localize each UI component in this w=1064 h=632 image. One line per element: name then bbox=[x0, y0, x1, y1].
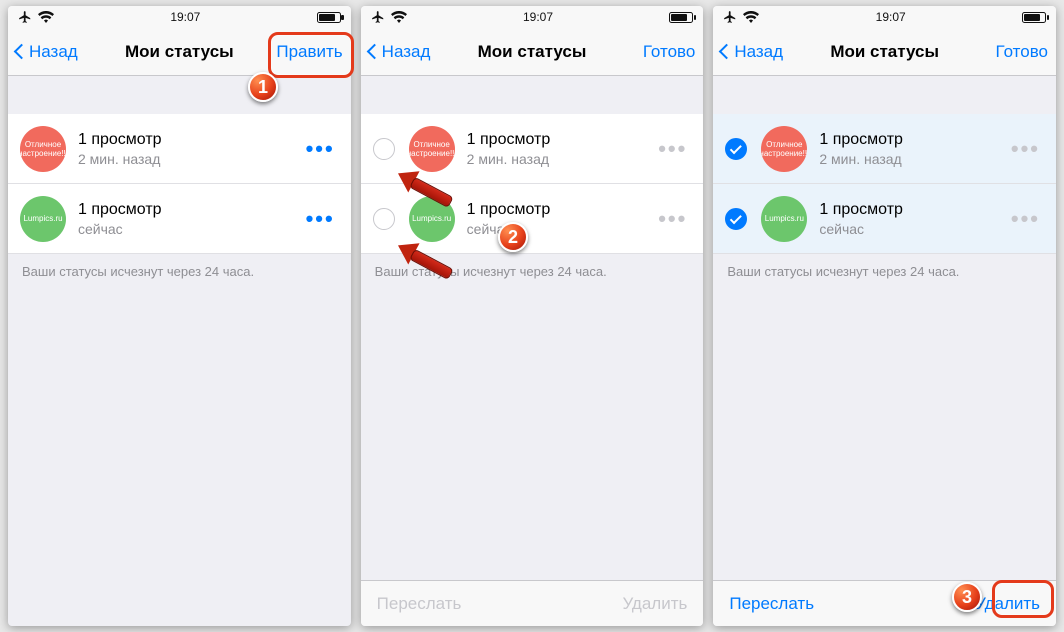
row-text: 1 просмотр сейчас bbox=[78, 201, 302, 237]
delete-button: Удалить bbox=[622, 594, 687, 614]
status-thumbnail: Отличное настроение!!! bbox=[409, 126, 455, 172]
status-time: 19:07 bbox=[523, 10, 553, 24]
phone-screen-2: 19:07 НазадМои статусыГотово Отличное наст… bbox=[361, 6, 704, 626]
back-button[interactable]: Назад bbox=[365, 42, 431, 62]
more-button: ••• bbox=[1007, 136, 1044, 162]
content-area: Отличное настроение!!! 1 просмотр 2 мин. н… bbox=[713, 76, 1056, 580]
nav-right-button[interactable]: Готово bbox=[996, 42, 1049, 62]
row-text: 1 просмотр 2 мин. назад bbox=[819, 131, 1007, 167]
back-button[interactable]: Назад bbox=[12, 42, 78, 62]
row-subtitle: 2 мин. назад bbox=[819, 151, 1007, 167]
status-bar: 19:07 bbox=[361, 6, 704, 28]
status-row[interactable]: Отличное настроение!!! 1 просмотр 2 мин. н… bbox=[361, 114, 704, 184]
select-circle[interactable] bbox=[725, 208, 747, 230]
status-row[interactable]: Lumpics.ru 1 просмотр сейчас••• bbox=[8, 184, 351, 254]
wifi-icon bbox=[38, 11, 54, 23]
forward-button[interactable]: Переслать bbox=[729, 594, 814, 614]
airplane-icon bbox=[371, 10, 385, 24]
battery-icon bbox=[317, 12, 341, 23]
row-title: 1 просмотр bbox=[819, 131, 1007, 149]
delete-button[interactable]: Удалить bbox=[975, 594, 1040, 614]
row-subtitle: 2 мин. назад bbox=[78, 151, 302, 167]
row-title: 1 просмотр bbox=[467, 201, 655, 219]
status-thumbnail: Отличное настроение!!! bbox=[20, 126, 66, 172]
row-text: 1 просмотр сейчас bbox=[467, 201, 655, 237]
content-area: Отличное настроение!!! 1 просмотр 2 мин. н… bbox=[8, 76, 351, 626]
footer-note: Ваши статусы исчезнут через 24 часа. bbox=[361, 254, 704, 289]
status-time: 19:07 bbox=[876, 10, 906, 24]
more-button: ••• bbox=[654, 206, 691, 232]
status-row[interactable]: Lumpics.ru 1 просмотр сейчас••• bbox=[713, 184, 1056, 254]
back-label: Назад bbox=[29, 42, 78, 62]
row-subtitle: 2 мин. назад bbox=[467, 151, 655, 167]
nav-right-button[interactable]: Готово bbox=[643, 42, 696, 62]
footer-note: Ваши статусы исчезнут через 24 часа. bbox=[8, 254, 351, 289]
phone-screen-1: 19:07 НазадМои статусыПравить Отличное нас… bbox=[8, 6, 351, 626]
footer-note: Ваши статусы исчезнут через 24 часа. bbox=[713, 254, 1056, 289]
airplane-icon bbox=[18, 10, 32, 24]
chevron-left-icon bbox=[719, 44, 735, 60]
nav-bar: НазадМои статусыГотово bbox=[713, 28, 1056, 76]
status-row[interactable]: Отличное настроение!!! 1 просмотр 2 мин. н… bbox=[8, 114, 351, 184]
row-title: 1 просмотр bbox=[819, 201, 1007, 219]
chevron-left-icon bbox=[366, 44, 382, 60]
check-icon bbox=[730, 212, 742, 224]
wifi-icon bbox=[743, 11, 759, 23]
back-label: Назад bbox=[382, 42, 431, 62]
status-bar: 19:07 bbox=[8, 6, 351, 28]
phone-screen-3: 19:07 НазадМои статусыГотово Отличное наст… bbox=[713, 6, 1056, 626]
nav-bar: НазадМои статусыГотово bbox=[361, 28, 704, 76]
forward-button: Переслать bbox=[377, 594, 462, 614]
row-title: 1 просмотр bbox=[78, 201, 302, 219]
more-button[interactable]: ••• bbox=[302, 206, 339, 232]
chevron-left-icon bbox=[14, 44, 30, 60]
row-subtitle: сейчас bbox=[78, 221, 302, 237]
back-button[interactable]: Назад bbox=[717, 42, 783, 62]
battery-icon bbox=[669, 12, 693, 23]
select-circle[interactable] bbox=[373, 208, 395, 230]
airplane-icon bbox=[723, 10, 737, 24]
row-text: 1 просмотр сейчас bbox=[819, 201, 1007, 237]
bottom-toolbar: Переслать Удалить bbox=[361, 580, 704, 626]
nav-right-button[interactable]: Править bbox=[276, 42, 342, 62]
bottom-toolbar: Переслать Удалить bbox=[713, 580, 1056, 626]
back-label: Назад bbox=[734, 42, 783, 62]
check-icon bbox=[730, 142, 742, 154]
nav-bar: НазадМои статусыПравить bbox=[8, 28, 351, 76]
more-button: ••• bbox=[654, 136, 691, 162]
status-thumbnail: Lumpics.ru bbox=[761, 196, 807, 242]
status-row[interactable]: Отличное настроение!!! 1 просмотр 2 мин. н… bbox=[713, 114, 1056, 184]
status-thumbnail: Отличное настроение!!! bbox=[761, 126, 807, 172]
more-button[interactable]: ••• bbox=[302, 136, 339, 162]
wifi-icon bbox=[391, 11, 407, 23]
row-text: 1 просмотр 2 мин. назад bbox=[78, 131, 302, 167]
status-thumbnail: Lumpics.ru bbox=[409, 196, 455, 242]
row-subtitle: сейчас bbox=[819, 221, 1007, 237]
content-area: Отличное настроение!!! 1 просмотр 2 мин. н… bbox=[361, 76, 704, 580]
select-circle[interactable] bbox=[373, 138, 395, 160]
status-thumbnail: Lumpics.ru bbox=[20, 196, 66, 242]
status-time: 19:07 bbox=[170, 10, 200, 24]
row-title: 1 просмотр bbox=[467, 131, 655, 149]
row-text: 1 просмотр 2 мин. назад bbox=[467, 131, 655, 167]
status-bar: 19:07 bbox=[713, 6, 1056, 28]
status-row[interactable]: Lumpics.ru 1 просмотр сейчас••• bbox=[361, 184, 704, 254]
row-subtitle: сейчас bbox=[467, 221, 655, 237]
select-circle[interactable] bbox=[725, 138, 747, 160]
row-title: 1 просмотр bbox=[78, 131, 302, 149]
battery-icon bbox=[1022, 12, 1046, 23]
more-button: ••• bbox=[1007, 206, 1044, 232]
